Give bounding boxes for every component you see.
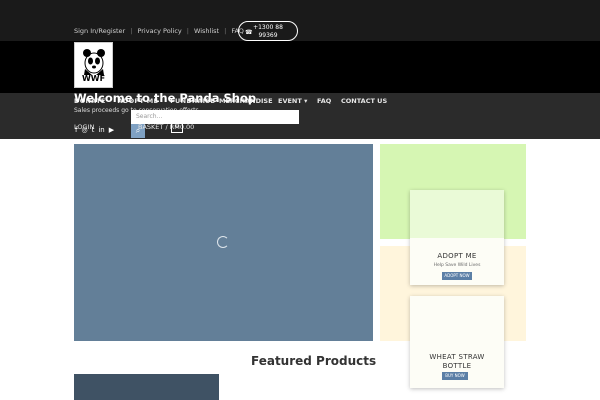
loading-spinner-icon bbox=[217, 236, 229, 248]
basket-count-badge[interactable]: 0 bbox=[171, 121, 183, 133]
search-input[interactable]: Search... bbox=[131, 110, 299, 124]
logo-text: WWF bbox=[81, 74, 106, 83]
twitter-icon[interactable]: t bbox=[92, 126, 95, 134]
divider: | bbox=[186, 27, 189, 35]
linkedin-icon[interactable]: in bbox=[98, 126, 104, 134]
nav-item-faq[interactable]: FAQ bbox=[317, 97, 331, 105]
facebook-icon[interactable]: f bbox=[75, 126, 77, 134]
top-links: Sign In/Register | Privacy Policy | Wish… bbox=[74, 27, 244, 35]
product-thumbnail[interactable] bbox=[74, 374, 219, 400]
privacy-policy-link[interactable]: Privacy Policy bbox=[137, 27, 181, 35]
divider: | bbox=[130, 27, 133, 35]
instagram-icon[interactable]: ◎ bbox=[81, 126, 87, 134]
wishlist-link[interactable]: Wishlist bbox=[194, 27, 219, 35]
adopt-card-tagline: Help Save Wild Lives bbox=[433, 263, 481, 268]
nav-item-event-label: EVENT bbox=[278, 97, 302, 105]
adopt-now-button[interactable]: ADOPT NOW bbox=[442, 272, 472, 280]
phone-button[interactable]: ☎ +1300 88 99369 bbox=[238, 21, 298, 41]
phone-icon: ☎ bbox=[245, 29, 253, 36]
adopt-card[interactable]: ADOPT ME Help Save Wild Lives ADOPT NOW bbox=[410, 190, 504, 285]
buy-now-button[interactable]: BUY NOW bbox=[442, 372, 468, 380]
basket-link[interactable]: BASKET / RM0.00 bbox=[138, 123, 194, 131]
youtube-icon[interactable]: ▶ bbox=[109, 126, 114, 134]
nav-item-event[interactable]: EVENT ▾ bbox=[278, 97, 307, 105]
straw-bottle-title-line1: WHEAT STRAW bbox=[429, 353, 485, 361]
nav-item-contact[interactable]: CONTACT US bbox=[341, 97, 387, 105]
straw-bottle-title: WHEAT STRAW BOTTLE bbox=[410, 353, 504, 371]
social-links: f ◎ t in ▶ bbox=[75, 126, 114, 134]
wwf-logo[interactable]: WWF bbox=[74, 42, 113, 88]
page: Sign In/Register | Privacy Policy | Wish… bbox=[0, 0, 600, 400]
featured-products-heading: Featured Products bbox=[251, 354, 377, 368]
adopt-card-title: ADOPT ME bbox=[437, 252, 477, 260]
chevron-down-icon: ▾ bbox=[304, 97, 308, 105]
welcome-heading: Welcome to the Panda Shop bbox=[74, 91, 257, 105]
straw-bottle-title-line2: BOTTLE bbox=[442, 362, 472, 370]
adopt-card-image bbox=[410, 190, 504, 238]
divider: | bbox=[224, 27, 227, 35]
straw-bottle-card[interactable]: WHEAT STRAW BOTTLE BUY NOW bbox=[410, 296, 504, 388]
panda-icon bbox=[83, 49, 105, 75]
sign-in-register-link[interactable]: Sign In/Register bbox=[74, 27, 125, 35]
